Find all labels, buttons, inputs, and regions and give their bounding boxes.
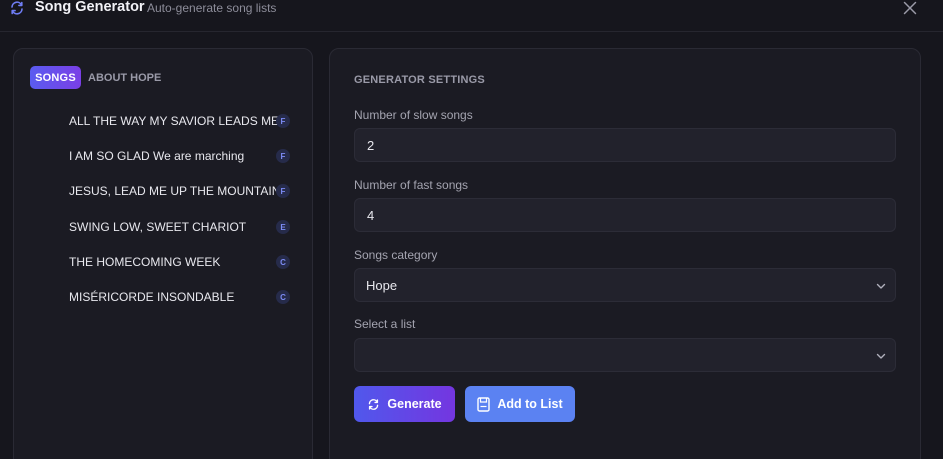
song-title: I AM SO GLAD We are marching [69, 149, 245, 163]
app-subtitle: Auto-generate song lists [147, 1, 277, 15]
slow-songs-input[interactable] [354, 128, 896, 162]
songs-panel: SONGS ABOUT HOPE ALL THE WAY MY SAVIOR L… [13, 48, 313, 459]
key-badge: F [276, 149, 290, 163]
song-title: SWING LOW, SWEET CHARIOT [69, 220, 247, 234]
chevron-down-icon [876, 283, 886, 289]
generator-settings-panel: GENERATOR SETTINGS Number of slow songs … [329, 48, 921, 459]
chevron-down-icon [876, 353, 886, 359]
key-badge: C [276, 290, 290, 304]
key-badge: F [276, 184, 290, 198]
generate-button[interactable]: Generate [354, 386, 455, 422]
song-title: MISÉRICORDE INSONDABLE [69, 290, 235, 304]
tab-about-hope[interactable]: ABOUT HOPE [88, 66, 161, 89]
add-to-list-button[interactable]: Add to List [465, 386, 575, 422]
category-label: Songs category [354, 248, 438, 262]
key-badge: F [276, 114, 290, 128]
category-selected-value: Hope [366, 277, 398, 293]
category-select[interactable]: Hope [354, 268, 896, 302]
section-heading: GENERATOR SETTINGS [354, 74, 485, 86]
song-title: ALL THE WAY MY SAVIOR LEADS ME [69, 114, 280, 128]
list-add-icon [477, 396, 491, 412]
list-item[interactable]: SWING LOW, SWEET CHARIOT E [69, 217, 290, 237]
list-item[interactable]: THE HOMECOMING WEEK C [69, 252, 290, 272]
list-select[interactable] [354, 338, 896, 372]
fast-songs-label: Number of fast songs [354, 178, 469, 192]
key-badge: C [276, 255, 290, 269]
key-badge: E [276, 220, 290, 234]
slow-songs-label: Number of slow songs [354, 108, 473, 122]
generate-button-label: Generate [387, 397, 442, 411]
list-item[interactable]: MISÉRICORDE INSONDABLE C [69, 287, 290, 307]
add-to-list-button-label: Add to List [497, 397, 563, 411]
app-title: Song Generator [35, 0, 145, 15]
song-title: JESUS, LEAD ME UP THE MOUNTAIN [69, 184, 281, 198]
close-icon[interactable] [902, 0, 918, 16]
refresh-icon [11, 1, 23, 15]
title-bar: Song Generator Auto-generate song lists [0, 0, 943, 32]
song-title: THE HOMECOMING WEEK [69, 255, 221, 269]
list-item[interactable]: I AM SO GLAD We are marching F [69, 146, 290, 166]
list-item[interactable]: JESUS, LEAD ME UP THE MOUNTAIN F [69, 181, 290, 201]
tab-songs[interactable]: SONGS [30, 66, 81, 89]
fast-songs-input[interactable] [354, 198, 896, 232]
refresh-icon [369, 398, 379, 410]
list-item[interactable]: ALL THE WAY MY SAVIOR LEADS ME F [69, 111, 290, 131]
list-label: Select a list [354, 317, 416, 331]
